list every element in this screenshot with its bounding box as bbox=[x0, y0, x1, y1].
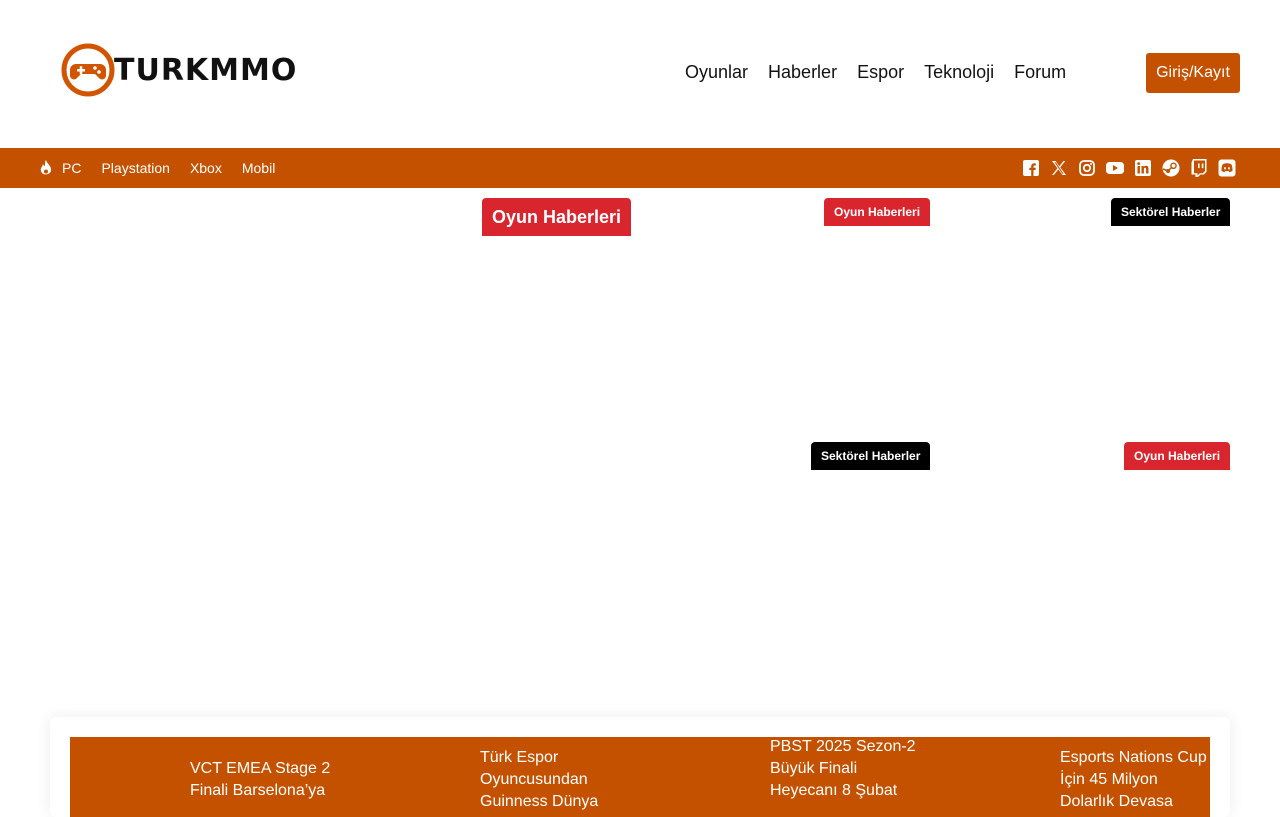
category-nav: PC Playstation Xbox Mobil bbox=[40, 148, 275, 188]
steam-icon[interactable] bbox=[1162, 159, 1180, 177]
category-pc[interactable]: PC bbox=[62, 160, 81, 176]
login-register-button[interactable]: Giriş/Kayıt bbox=[1146, 53, 1240, 93]
featured-tag-main[interactable]: Oyun Haberleri bbox=[482, 198, 632, 236]
ticker-item[interactable]: PBST 2025 Sezon-2 Büyük Finali Heyecanı … bbox=[770, 737, 916, 802]
site-logo[interactable]: TURKMMO bbox=[60, 42, 297, 98]
instagram-icon[interactable] bbox=[1078, 159, 1096, 177]
discord-icon[interactable] bbox=[1218, 159, 1236, 177]
nav-oyunlar[interactable]: Oyunlar bbox=[685, 62, 748, 83]
category-bar: PC Playstation Xbox Mobil bbox=[0, 148, 1280, 188]
nav-espor[interactable]: Espor bbox=[857, 62, 904, 83]
nav-forum[interactable]: Forum bbox=[1014, 62, 1066, 83]
nav-haberler[interactable]: Haberler bbox=[768, 62, 837, 83]
news-ticker: VCT EMEA Stage 2 Finali Barselona’ya Tür… bbox=[70, 737, 1210, 817]
x-icon[interactable] bbox=[1050, 159, 1068, 177]
news-ticker-card: VCT EMEA Stage 2 Finali Barselona’ya Tür… bbox=[50, 717, 1230, 817]
category-xbox[interactable]: Xbox bbox=[190, 160, 222, 176]
fire-icon bbox=[40, 160, 52, 176]
main-nav: Oyunlar Haberler Espor Teknoloji Forum bbox=[685, 62, 1066, 83]
featured-tag-bottom-middle[interactable]: Sektörel Haberler bbox=[811, 442, 931, 470]
category-playstation[interactable]: Playstation bbox=[101, 160, 169, 176]
featured-tag-top-middle[interactable]: Oyun Haberleri bbox=[824, 198, 931, 226]
linkedin-icon[interactable] bbox=[1134, 159, 1152, 177]
logo-text: TURKMMO bbox=[114, 52, 298, 88]
nav-teknoloji[interactable]: Teknoloji bbox=[924, 62, 994, 83]
ticker-item[interactable]: Esports Nations Cup İçin 45 Milyon Dolar… bbox=[1060, 747, 1207, 813]
social-links bbox=[1022, 148, 1236, 188]
category-mobil[interactable]: Mobil bbox=[242, 160, 275, 176]
ticker-item[interactable]: VCT EMEA Stage 2 Finali Barselona’ya bbox=[190, 758, 330, 802]
facebook-icon[interactable] bbox=[1022, 159, 1040, 177]
ticker-item[interactable]: Türk Espor Oyuncusundan Guinness Dünya bbox=[480, 747, 598, 813]
featured-tag-bottom-right[interactable]: Oyun Haberleri bbox=[1124, 442, 1231, 470]
featured-tag-top-right[interactable]: Sektörel Haberler bbox=[1111, 198, 1231, 226]
youtube-icon[interactable] bbox=[1106, 159, 1124, 177]
twitch-icon[interactable] bbox=[1190, 159, 1208, 177]
gamepad-logo-icon bbox=[61, 43, 115, 97]
site-header: TURKMMO Oyunlar Haberler Espor Teknoloji… bbox=[0, 0, 1280, 148]
